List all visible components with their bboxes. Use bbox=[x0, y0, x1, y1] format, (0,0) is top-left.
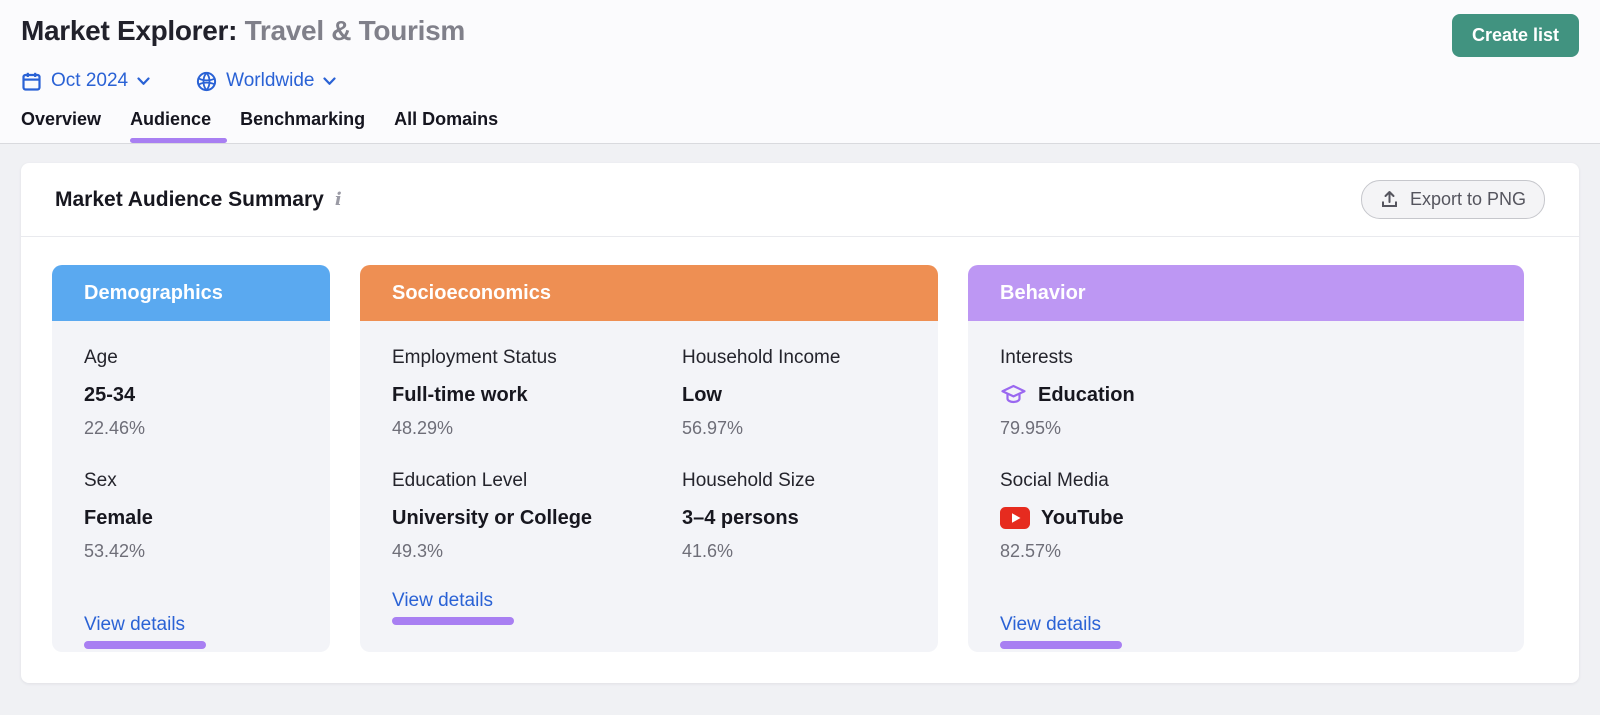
socioeconomics-card-header: Socioeconomics bbox=[360, 265, 938, 321]
metric-value: Female bbox=[84, 506, 298, 530]
globe-icon bbox=[196, 71, 217, 92]
tab-bar: Overview Audience Benchmarking All Domai… bbox=[21, 109, 1579, 143]
filter-row: Oct 2024 Worldwide bbox=[21, 70, 1579, 92]
behavior-card-header: Behavior bbox=[968, 265, 1524, 321]
metric-education-level: Education Level University or College 49… bbox=[392, 469, 682, 562]
metric-percent: 56.97% bbox=[682, 418, 906, 440]
education-icon bbox=[1000, 383, 1027, 407]
metric-value: Full-time work bbox=[392, 383, 682, 407]
region-filter-value: Worldwide bbox=[226, 70, 314, 92]
metric-label: Social Media bbox=[1000, 469, 1492, 493]
top-bar: Market Explorer: Travel & Tourism Create… bbox=[0, 0, 1600, 144]
metric-value: 3–4 persons bbox=[682, 506, 906, 530]
date-filter-dropdown[interactable]: Oct 2024 bbox=[21, 70, 150, 92]
metric-value: Education bbox=[1038, 383, 1135, 407]
panel-title-text: Market Audience Summary bbox=[55, 188, 324, 212]
page-title-market: Travel & Tourism bbox=[245, 15, 465, 46]
highlight-bar bbox=[84, 641, 206, 649]
socioeconomics-view-details-link[interactable]: View details bbox=[392, 590, 493, 612]
page-title-prefix: Market Explorer: bbox=[21, 15, 237, 46]
create-list-button[interactable]: Create list bbox=[1452, 14, 1579, 57]
demographics-card-header: Demographics bbox=[52, 265, 330, 321]
metric-percent: 79.95% bbox=[1000, 418, 1492, 440]
tab-overview[interactable]: Overview bbox=[21, 109, 101, 143]
metric-label: Household Income bbox=[682, 346, 906, 370]
panel-title: Market Audience Summary i bbox=[55, 188, 342, 212]
metric-value: 25-34 bbox=[84, 383, 298, 407]
metric-household-income: Household Income Low 56.97% bbox=[682, 346, 906, 439]
metric-value: YouTube bbox=[1041, 506, 1124, 530]
highlight-bar bbox=[392, 617, 514, 625]
metric-value: University or College bbox=[392, 506, 682, 530]
metric-employment-status: Employment Status Full-time work 48.29% bbox=[392, 346, 682, 439]
socioeconomics-card: Socioeconomics Employment Status Full-ti… bbox=[360, 265, 938, 652]
behavior-view-details-link[interactable]: View details bbox=[1000, 614, 1101, 636]
metric-percent: 41.6% bbox=[682, 541, 906, 563]
date-filter-value: Oct 2024 bbox=[51, 70, 128, 92]
page-title: Market Explorer: Travel & Tourism bbox=[21, 14, 465, 48]
metric-percent: 22.46% bbox=[84, 418, 298, 440]
youtube-icon bbox=[1000, 507, 1030, 529]
metric-percent: 53.42% bbox=[84, 541, 298, 563]
info-icon[interactable]: i bbox=[335, 191, 342, 209]
market-audience-summary-panel: Market Audience Summary i Export to PNG … bbox=[21, 163, 1579, 683]
region-filter-dropdown[interactable]: Worldwide bbox=[196, 70, 336, 92]
metric-household-size: Household Size 3–4 persons 41.6% bbox=[682, 469, 906, 562]
metric-age: Age 25-34 22.46% bbox=[84, 346, 298, 439]
tab-benchmarking[interactable]: Benchmarking bbox=[240, 109, 365, 143]
metric-label: Interests bbox=[1000, 346, 1492, 370]
metric-percent: 49.3% bbox=[392, 541, 682, 563]
metric-sex: Sex Female 53.42% bbox=[84, 469, 298, 562]
metric-label: Sex bbox=[84, 469, 298, 493]
metric-label: Household Size bbox=[682, 469, 906, 493]
chevron-down-icon bbox=[137, 77, 150, 86]
highlight-bar bbox=[1000, 641, 1122, 649]
summary-cards-row: Demographics Age 25-34 22.46% Sex Female… bbox=[21, 237, 1579, 680]
metric-percent: 48.29% bbox=[392, 418, 682, 440]
demographics-view-details-link[interactable]: View details bbox=[84, 614, 185, 636]
behavior-card: Behavior Interests Education 79.95% bbox=[968, 265, 1524, 652]
tab-audience[interactable]: Audience bbox=[130, 109, 211, 143]
calendar-icon bbox=[21, 71, 42, 92]
metric-label: Employment Status bbox=[392, 346, 682, 370]
demographics-card: Demographics Age 25-34 22.46% Sex Female… bbox=[52, 265, 330, 652]
tab-all-domains[interactable]: All Domains bbox=[394, 109, 498, 143]
export-upload-icon bbox=[1380, 190, 1399, 209]
export-button-label: Export to PNG bbox=[1410, 189, 1526, 210]
metric-label: Education Level bbox=[392, 469, 682, 493]
export-to-png-button[interactable]: Export to PNG bbox=[1361, 180, 1545, 219]
metric-percent: 82.57% bbox=[1000, 541, 1492, 563]
metric-interests: Interests Education 79.95% bbox=[1000, 346, 1492, 439]
metric-value: Low bbox=[682, 383, 906, 407]
metric-label: Age bbox=[84, 346, 298, 370]
metric-social-media: Social Media YouTube 82.57% bbox=[1000, 469, 1492, 562]
chevron-down-icon bbox=[323, 77, 336, 86]
